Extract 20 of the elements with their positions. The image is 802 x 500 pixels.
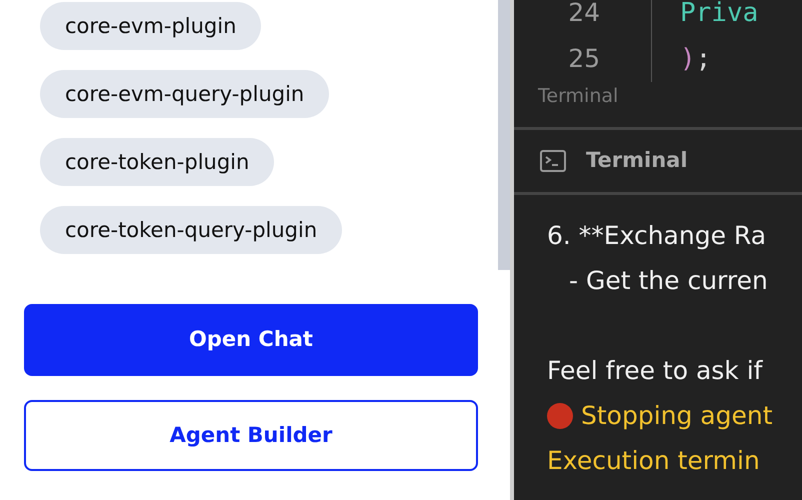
- line-number: 25: [567, 43, 600, 76]
- plugin-tag: core-token-plugin: [40, 138, 274, 186]
- agent-builder-button[interactable]: Agent Builder: [24, 400, 478, 471]
- plugin-tag: core-token-query-plugin: [40, 206, 342, 254]
- plugin-tag: core-evm-plugin: [40, 2, 262, 50]
- code-text: Priva: [680, 0, 758, 30]
- terminal-line: - Get the curren: [569, 264, 768, 297]
- open-chat-button[interactable]: Open Chat: [24, 304, 478, 376]
- code-text: );: [680, 42, 712, 76]
- line-number: 24: [567, 0, 600, 30]
- terminal-icon: [540, 150, 566, 172]
- terminal-line: Stopping agent: [581, 400, 773, 432]
- scrollbar-thumb[interactable]: [498, 0, 510, 270]
- panel-label: Terminal: [537, 84, 620, 109]
- plugin-tag: core-evm-query-plugin: [40, 70, 330, 118]
- stop-icon: [547, 402, 573, 428]
- terminal-line: 6. **Exchange Ra: [547, 220, 766, 252]
- terminal-title: Terminal: [586, 147, 688, 174]
- terminal-line: Execution termin: [547, 444, 760, 477]
- terminal-line: Feel free to ask if: [547, 354, 762, 387]
